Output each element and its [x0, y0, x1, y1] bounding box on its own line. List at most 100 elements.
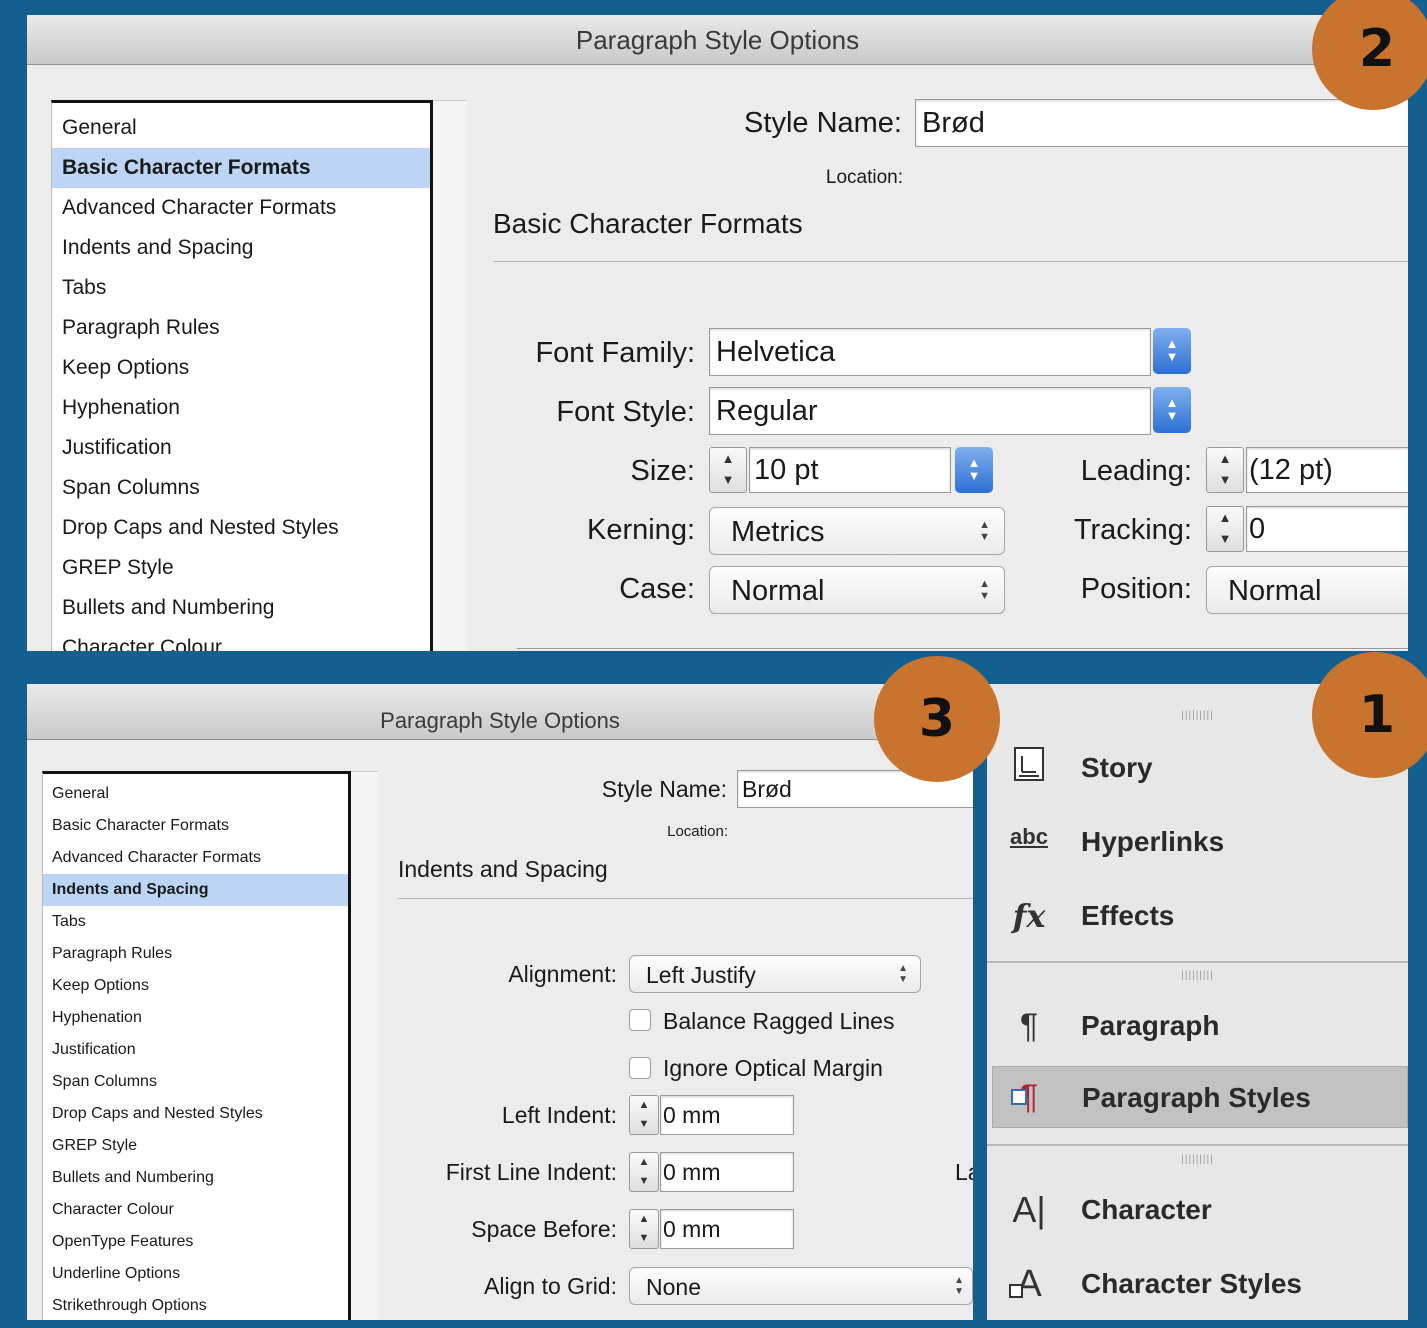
top-cat-hyphenation[interactable]: Hyphenation: [52, 388, 430, 428]
character-styles-icon: A: [1007, 1262, 1051, 1306]
top-location-label: Location:: [825, 167, 903, 188]
bottom-cat-keep-options[interactable]: Keep Options: [43, 970, 348, 1002]
top-case-select[interactable]: Normal ▲ ▼: [709, 566, 1005, 614]
bottom-cat-grep-style[interactable]: GREP Style: [43, 1130, 348, 1162]
top-category-list[interactable]: General Basic Character Formats Advanced…: [51, 100, 433, 651]
panel-divider-2: [987, 1144, 1408, 1146]
bottom-list-scroll-track[interactable]: [351, 771, 378, 1320]
paragraph-styles-icon: ¶: [1007, 1075, 1051, 1119]
panel-item-effects[interactable]: fx Effects: [987, 880, 1408, 952]
bottom-left-indent-stepper[interactable]: ▲ ▼: [629, 1095, 659, 1135]
bottom-balance-label: Balance Ragged Lines: [663, 1008, 895, 1034]
bottom-optical-checkbox[interactable]: [629, 1057, 651, 1079]
bottom-space-before-stepper[interactable]: ▲ ▼: [629, 1209, 659, 1249]
bottom-left-indent-field[interactable]: 0 mm: [660, 1095, 794, 1135]
top-leading-stepper[interactable]: ▲ ▼: [1206, 447, 1244, 493]
top-cat-grep-style[interactable]: GREP Style: [52, 548, 430, 588]
bottom-cat-character-colour[interactable]: Character Colour: [43, 1194, 348, 1226]
top-leading-field[interactable]: (12 pt): [1246, 447, 1408, 493]
top-kerning-select[interactable]: Metrics ▲ ▼: [709, 507, 1005, 555]
bottom-space-before-field[interactable]: 0 mm: [660, 1209, 794, 1249]
top-size-field[interactable]: 10 pt: [749, 447, 951, 493]
bottom-cat-justification[interactable]: Justification: [43, 1034, 348, 1066]
bottom-first-line-stepper[interactable]: ▲ ▼: [629, 1152, 659, 1192]
top-font-style-label: Font Style:: [556, 396, 695, 428]
top-tracking-field[interactable]: 0: [1246, 506, 1408, 552]
panel-divider-1: [987, 961, 1408, 963]
panel-label-paragraph: Paragraph: [1081, 1010, 1220, 1041]
panel-item-character-styles[interactable]: A Character Styles: [987, 1248, 1408, 1320]
bottom-first-line-field[interactable]: 0 mm: [660, 1152, 794, 1192]
top-cat-general[interactable]: General: [52, 108, 430, 148]
top-kerning-value: Metrics: [731, 516, 825, 548]
bottom-cat-span-columns[interactable]: Span Columns: [43, 1066, 348, 1098]
panel-item-character[interactable]: A| Character: [987, 1174, 1408, 1246]
bottom-cat-bullets-numbering[interactable]: Bullets and Numbering: [43, 1162, 348, 1194]
top-style-name-field[interactable]: Brød: [915, 99, 1408, 147]
bottom-cat-opentype-features[interactable]: OpenType Features: [43, 1226, 348, 1258]
panel-item-paragraph[interactable]: ¶ Paragraph: [987, 990, 1408, 1062]
bottom-alignment-select[interactable]: Left Justify ▲ ▼: [629, 955, 921, 993]
top-cat-drop-caps[interactable]: Drop Caps and Nested Styles: [52, 508, 430, 548]
top-section-title: Basic Character Formats: [493, 208, 803, 239]
panel-label-character: Character: [1081, 1194, 1212, 1225]
bottom-alignment-updown-icon: ▲ ▼: [898, 963, 908, 985]
bottom-cat-underline-options[interactable]: Underline Options: [43, 1258, 348, 1290]
top-font-style-dropdown-arrows[interactable]: ▲ ▼: [1153, 387, 1191, 433]
top-dialog-titlebar: Paragraph Style Options: [27, 15, 1408, 65]
top-list-scroll-track[interactable]: [433, 100, 467, 651]
bottom-balance-checkbox[interactable]: [629, 1009, 651, 1031]
top-case-value: Normal: [731, 575, 825, 607]
top-cat-justification[interactable]: Justification: [52, 428, 430, 468]
top-cat-tabs[interactable]: Tabs: [52, 268, 430, 308]
top-section-divider: [493, 261, 1408, 262]
top-cat-paragraph-rules[interactable]: Paragraph Rules: [52, 308, 430, 348]
bottom-align-grid-select[interactable]: None ▲ ▼: [629, 1267, 973, 1305]
top-kerning-updown-icon: ▲ ▼: [979, 519, 990, 543]
top-tracking-stepper[interactable]: ▲ ▼: [1206, 506, 1244, 552]
top-cat-span-columns[interactable]: Span Columns: [52, 468, 430, 508]
story-icon: [1007, 746, 1051, 790]
top-cat-advanced-character-formats[interactable]: Advanced Character Formats: [52, 188, 430, 228]
top-font-family-field[interactable]: Helvetica: [709, 328, 1151, 376]
top-cat-keep-options[interactable]: Keep Options: [52, 348, 430, 388]
bottom-align-grid-updown-icon: ▲ ▼: [954, 1275, 964, 1297]
bottom-cat-hyphenation[interactable]: Hyphenation: [43, 1002, 348, 1034]
panel-label-story: Story: [1081, 752, 1153, 783]
top-font-style-field[interactable]: Regular: [709, 387, 1151, 435]
bottom-cat-advanced-character-formats[interactable]: Advanced Character Formats: [43, 842, 348, 874]
top-size-stepper[interactable]: ▲ ▼: [709, 447, 747, 493]
top-bottom-divider: [517, 648, 1408, 649]
top-cat-character-colour[interactable]: Character Colour: [52, 628, 430, 651]
bottom-cat-general[interactable]: General: [43, 778, 348, 810]
panel-grip-3[interactable]: |||||||||: [987, 1154, 1408, 1165]
panel-item-hyperlinks[interactable]: abc Hyperlinks: [987, 806, 1408, 878]
top-dialog-title: Paragraph Style Options: [575, 25, 860, 55]
bottom-cat-indents-and-spacing[interactable]: Indents and Spacing: [43, 874, 348, 906]
top-leading-label: Leading:: [1080, 455, 1192, 487]
bottom-cat-strikethrough-options[interactable]: Strikethrough Options: [43, 1290, 348, 1320]
character-icon: A|: [1012, 1189, 1046, 1230]
bottom-category-list[interactable]: General Basic Character Formats Advanced…: [42, 771, 351, 1320]
bottom-optical-label: Ignore Optical Margin: [663, 1055, 883, 1081]
bottom-cat-tabs[interactable]: Tabs: [43, 906, 348, 938]
bottom-cat-paragraph-rules[interactable]: Paragraph Rules: [43, 938, 348, 970]
top-font-family-dropdown-arrows[interactable]: ▲ ▼: [1153, 328, 1191, 374]
top-cat-bullets-numbering[interactable]: Bullets and Numbering: [52, 588, 430, 628]
bottom-cat-basic-character-formats[interactable]: Basic Character Formats: [43, 810, 348, 842]
panel-item-paragraph-styles[interactable]: ¶ Paragraph Styles: [992, 1066, 1408, 1128]
bottom-align-grid-label: Align to Grid:: [484, 1273, 617, 1299]
bottom-location-label: Location:: [667, 823, 728, 840]
panel-grip-2[interactable]: |||||||||: [987, 970, 1408, 981]
panel-label-hyperlinks: Hyperlinks: [1081, 826, 1225, 857]
bottom-cat-drop-caps[interactable]: Drop Caps and Nested Styles: [43, 1098, 348, 1130]
top-position-select[interactable]: Normal: [1206, 566, 1408, 614]
top-cat-basic-character-formats[interactable]: Basic Character Formats: [52, 148, 430, 188]
top-tracking-label: Tracking:: [1073, 514, 1192, 546]
panel-label-character-styles: Character Styles: [1081, 1268, 1303, 1299]
top-size-dropdown-arrows[interactable]: ▲ ▼: [955, 447, 993, 493]
top-cat-indents-and-spacing[interactable]: Indents and Spacing: [52, 228, 430, 268]
side-panel: ||||||||| Story abc Hyperlinks fx Effect…: [987, 684, 1408, 1320]
badge-3: 3: [874, 656, 1000, 782]
bottom-section-divider: [398, 898, 973, 899]
